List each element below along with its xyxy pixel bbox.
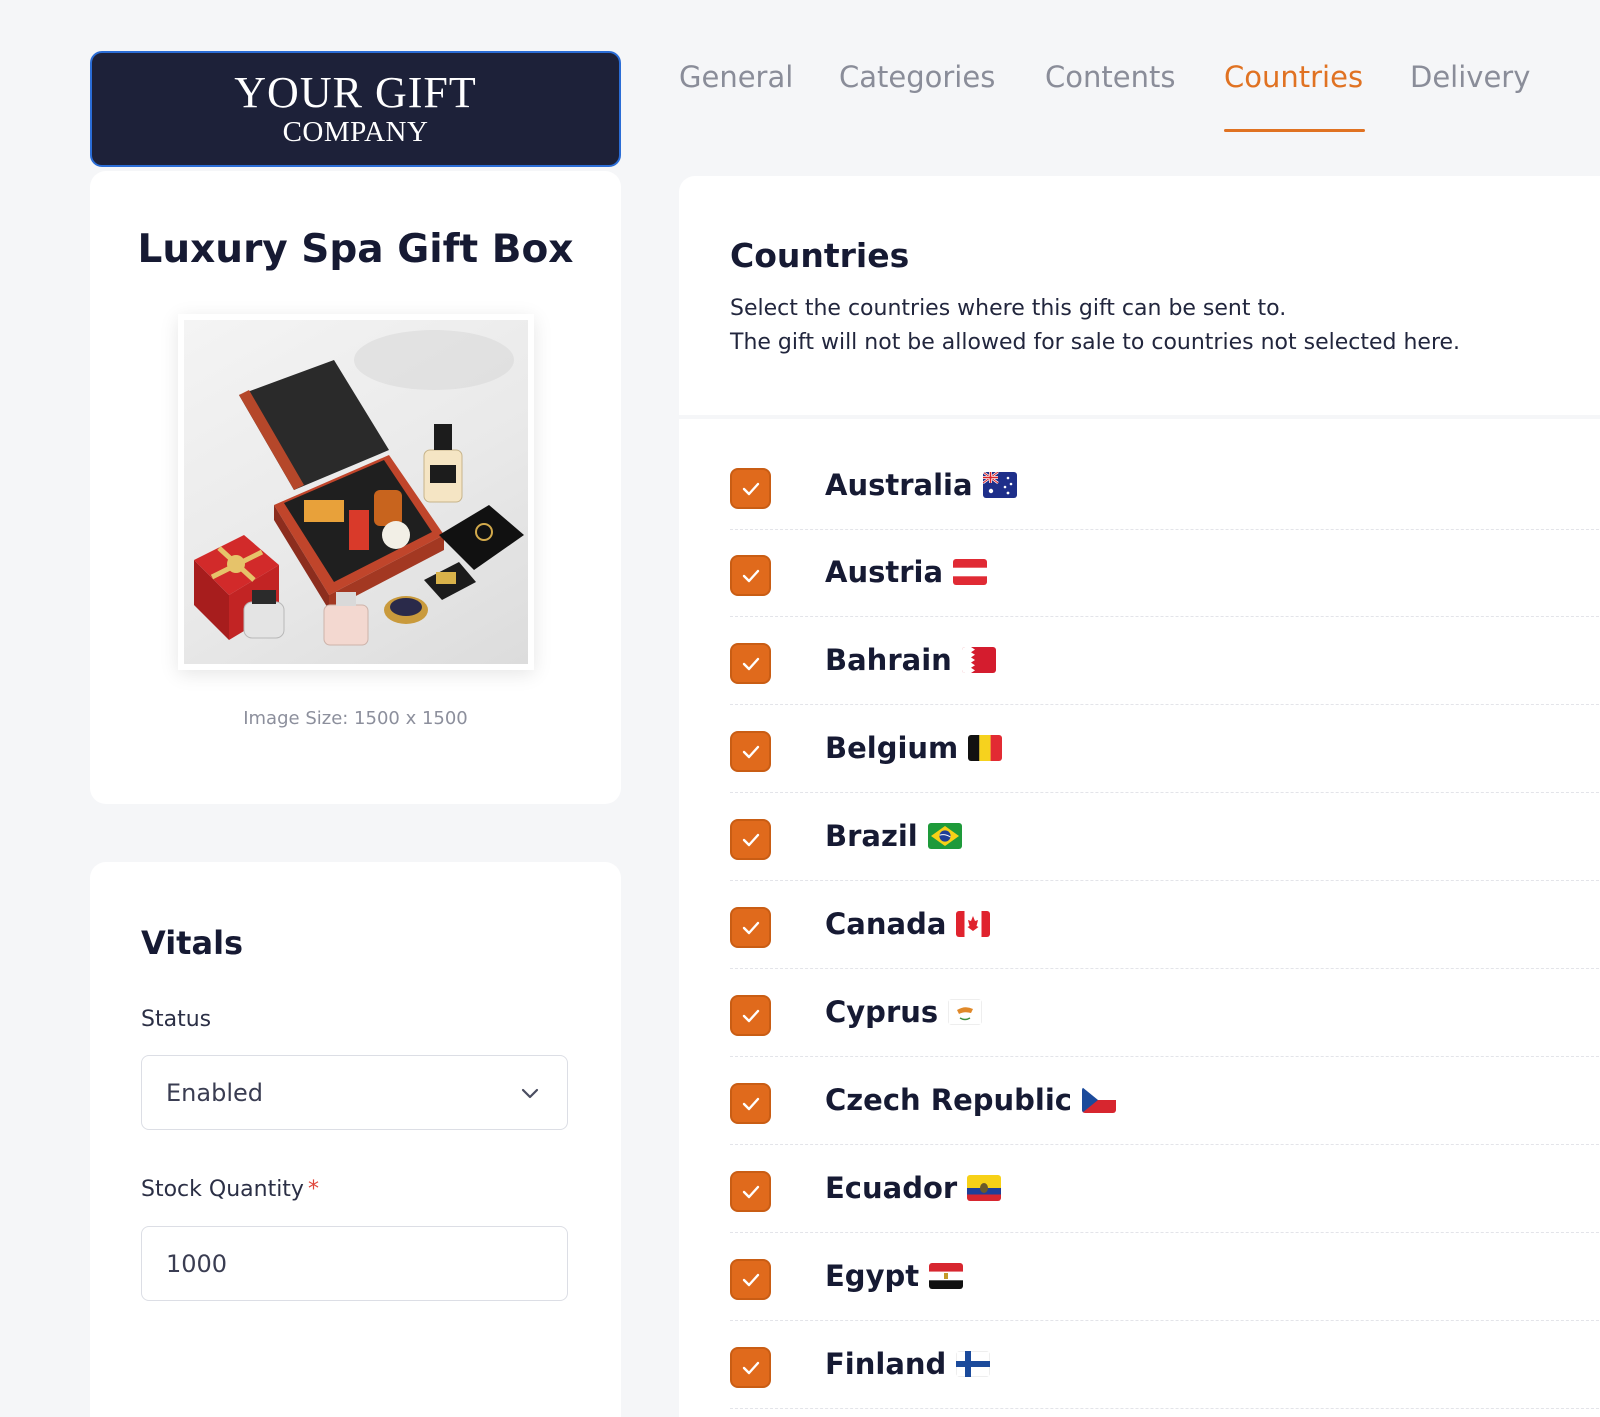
active-tab-indicator — [1224, 129, 1365, 132]
ecuador-flag-icon — [967, 1175, 1002, 1201]
tab-contents[interactable]: Contents — [1045, 60, 1175, 94]
egypt-checkbox[interactable] — [730, 1259, 771, 1300]
country-name: Austria — [825, 555, 944, 589]
country-label: Cyprus — [825, 995, 983, 1029]
checkmark-icon — [742, 1273, 759, 1286]
status-select[interactable]: Enabled — [141, 1055, 568, 1130]
stock-quantity-label-text: Stock Quantity — [141, 1177, 304, 1202]
australia-checkbox[interactable] — [730, 468, 771, 509]
austria-checkbox[interactable] — [730, 555, 771, 596]
logo-line-2: COMPANY — [282, 116, 429, 148]
country-label: Ecuador — [825, 1171, 1002, 1205]
egypt-flag-icon — [929, 1263, 964, 1289]
logo-line-1: YOUR GIFT — [234, 68, 477, 117]
australia-flag-icon — [982, 472, 1017, 498]
country-label: Egypt — [825, 1259, 964, 1293]
country-label: Austria — [825, 555, 988, 589]
belgium-checkbox[interactable] — [730, 731, 771, 772]
country-name: Canada — [825, 907, 947, 941]
country-name: Bahrain — [825, 643, 952, 677]
brazil-checkbox[interactable] — [730, 819, 771, 860]
country-name: Belgium — [825, 731, 959, 765]
checkmark-icon — [742, 1097, 759, 1110]
czech-republic-checkbox[interactable] — [730, 1083, 771, 1124]
checkmark-icon — [742, 569, 759, 582]
country-row-finland[interactable]: Finland — [730, 1321, 1600, 1409]
finland-checkbox[interactable] — [730, 1347, 771, 1388]
countries-header: Countries Select the countries where thi… — [679, 176, 1600, 415]
country-row-belgium[interactable]: Belgium — [730, 705, 1600, 793]
checkmark-icon — [742, 1009, 759, 1022]
checkmark-icon — [742, 1185, 759, 1198]
cyprus-flag-icon — [948, 999, 983, 1025]
stock-quantity-input[interactable]: 1000 — [141, 1226, 568, 1301]
country-name: Australia — [825, 468, 973, 502]
tab-countries[interactable]: Countries — [1224, 60, 1363, 94]
country-name: Egypt — [825, 1259, 920, 1293]
country-label: Canada — [825, 907, 991, 941]
country-name: Czech Republic — [825, 1083, 1072, 1117]
finland-flag-icon — [956, 1351, 991, 1377]
canada-flag-icon — [956, 911, 991, 937]
stock-quantity-value: 1000 — [166, 1249, 228, 1278]
checkmark-icon — [742, 921, 759, 934]
status-label: Status — [141, 1007, 212, 1032]
vitals-card: Vitals Status Enabled Stock Quantity * 10… — [90, 862, 621, 1417]
country-row-ecuador[interactable]: Ecuador — [730, 1145, 1600, 1233]
country-row-canada[interactable]: Canada — [730, 881, 1600, 969]
country-label: Finland — [825, 1347, 991, 1381]
countries-description-line-2: The gift will not be allowed for sale to… — [730, 330, 1461, 355]
countries-title: Countries — [730, 236, 910, 275]
product-image-frame[interactable] — [178, 314, 534, 670]
country-label: Bahrain — [825, 643, 996, 677]
product-card: Luxury Spa Gift Box Image Size: 1500 x 1… — [90, 171, 621, 804]
country-row-austria[interactable]: Austria — [730, 529, 1600, 617]
country-label: Brazil — [825, 819, 962, 853]
product-image[interactable] — [184, 320, 528, 664]
status-value: Enabled — [166, 1078, 263, 1107]
country-name: Cyprus — [825, 995, 939, 1029]
country-row-bahrain[interactable]: Bahrain — [730, 617, 1600, 705]
checkmark-icon — [742, 1361, 759, 1374]
bahrain-checkbox[interactable] — [730, 643, 771, 684]
company-logo: YOUR GIFT COMPANY — [90, 51, 621, 167]
countries-description-line-1: Select the countries where this gift can… — [730, 296, 1287, 321]
chevron-down-icon — [521, 1088, 539, 1099]
austria-flag-icon — [953, 559, 988, 585]
required-asterisk: * — [307, 1177, 319, 1202]
country-label: Belgium — [825, 731, 1003, 765]
ecuador-checkbox[interactable] — [730, 1171, 771, 1212]
countries-list: Australia Austria Bahrain Belgium Brazil… — [679, 419, 1600, 1417]
country-name: Finland — [825, 1347, 947, 1381]
page: YOUR GIFT COMPANY Luxury Spa Gift Box Im… — [0, 0, 1600, 1417]
tab-categories[interactable]: Categories — [839, 60, 995, 94]
canada-checkbox[interactable] — [730, 907, 771, 948]
checkmark-icon — [742, 482, 759, 495]
bahrain-flag-icon — [961, 647, 996, 673]
checkmark-icon — [742, 833, 759, 846]
belgium-flag-icon — [968, 735, 1003, 761]
stock-quantity-label: Stock Quantity * — [141, 1177, 319, 1202]
countries-description: Select the countries where this gift can… — [730, 292, 1460, 360]
checkmark-icon — [742, 657, 759, 670]
country-row-czech-republic[interactable]: Czech Republic — [730, 1057, 1600, 1145]
country-row-cyprus[interactable]: Cyprus — [730, 969, 1600, 1057]
country-row-egypt[interactable]: Egypt — [730, 1233, 1600, 1321]
product-title: Luxury Spa Gift Box — [137, 227, 574, 272]
tab-delivery[interactable]: Delivery — [1410, 60, 1530, 94]
country-row-australia[interactable]: Australia — [730, 442, 1600, 530]
vitals-title: Vitals — [141, 924, 244, 962]
country-label: Czech Republic — [825, 1083, 1116, 1117]
cyprus-checkbox[interactable] — [730, 995, 771, 1036]
czech-flag-icon — [1082, 1087, 1116, 1113]
checkmark-icon — [742, 745, 759, 758]
country-name: Brazil — [825, 819, 918, 853]
country-label: Australia — [825, 468, 1017, 502]
brazil-flag-icon — [927, 823, 962, 849]
country-row-brazil[interactable]: Brazil — [730, 793, 1600, 881]
country-name: Ecuador — [825, 1171, 958, 1205]
image-size-hint: Image Size: 1500 x 1500 — [243, 708, 468, 729]
tab-general[interactable]: General — [679, 60, 793, 94]
gift-box-illustration — [194, 330, 524, 646]
